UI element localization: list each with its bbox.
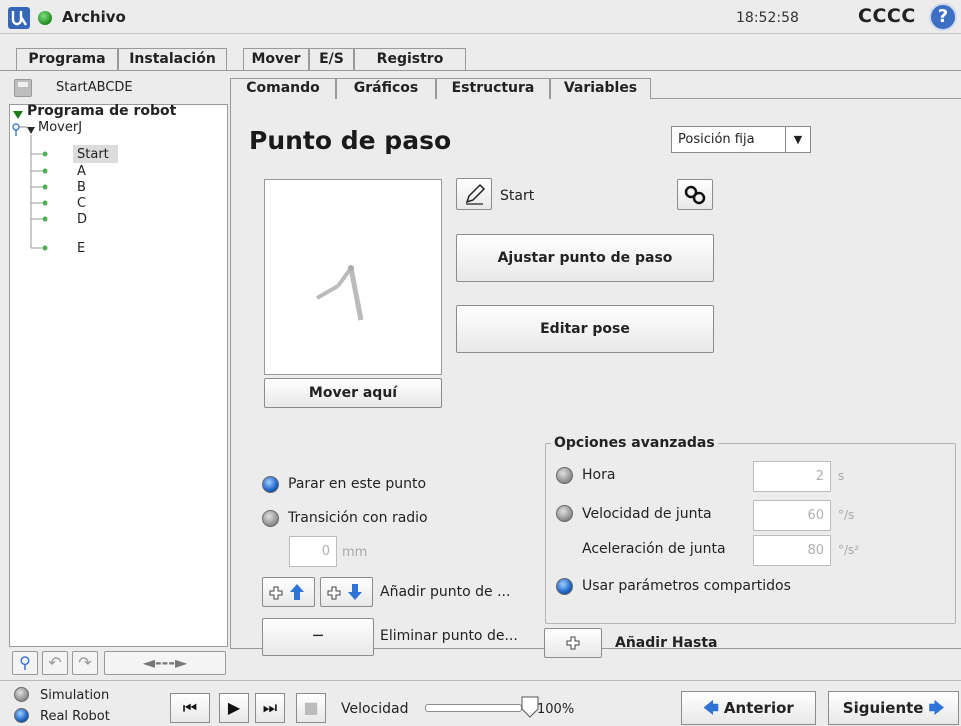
joint-accel-label: Aceleración de junta (582, 541, 726, 557)
zoom-icon[interactable]: ⚲ (12, 651, 38, 675)
bottom-bar (0, 680, 961, 726)
skip-back-icon: ⏮ (182, 698, 198, 717)
arrow-right-icon: 🡆 (928, 699, 945, 717)
stop-here-radio[interactable] (262, 476, 279, 493)
robot-status-icon (38, 11, 52, 25)
real-robot-radio[interactable] (14, 708, 29, 723)
title-bar (0, 0, 961, 34)
joint-speed-field[interactable]: 60 (753, 500, 831, 531)
rewind-button[interactable]: ⏮ (170, 693, 210, 723)
simulation-radio[interactable] (14, 687, 29, 702)
joint-speed-radio[interactable] (556, 505, 573, 522)
tab-estructura[interactable]: Estructura (436, 78, 550, 99)
time-unit: s (838, 469, 845, 483)
joint-accel-field[interactable]: 80 (753, 535, 831, 566)
add-until-button[interactable] (544, 628, 602, 658)
real-robot-label: Real Robot (40, 709, 110, 724)
tree-node-b[interactable]: B (77, 180, 86, 195)
position-type-select[interactable]: Posición fija ▼ (671, 126, 811, 153)
tab-comando[interactable]: Comando (230, 78, 336, 99)
set-waypoint-button[interactable]: Ajustar punto de paso (456, 234, 714, 282)
tab-es[interactable]: E/S (309, 48, 354, 71)
pencil-icon (465, 183, 486, 205)
step-button[interactable]: ⏭ (255, 693, 285, 723)
shared-params-label: Usar parámetros compartidos (582, 578, 791, 594)
tab-graficos[interactable]: Gráficos (336, 78, 436, 99)
previous-label: Anterior (723, 699, 794, 717)
robot-preview (264, 179, 442, 375)
minus-icon: ─ (313, 626, 323, 645)
link-icon (684, 185, 706, 205)
advanced-options-title: Opciones avanzadas (551, 435, 718, 451)
tab-instalacion[interactable]: Instalación (118, 48, 227, 71)
remove-waypoint-label: Eliminar punto de... (380, 628, 518, 644)
page-title: Punto de paso (249, 126, 452, 155)
tree-node-e[interactable]: E (77, 241, 85, 256)
speed-label: Velocidad (341, 701, 409, 717)
tree-root[interactable]: Programa de robot (27, 104, 176, 119)
add-until-label: Añadir Hasta (615, 635, 718, 651)
step-forward-icon: ⏭ (262, 698, 278, 717)
move-here-button[interactable]: Mover aquí (264, 378, 442, 408)
help-icon[interactable]: ? (929, 3, 957, 31)
next-label: Siguiente (842, 699, 924, 717)
play-button[interactable]: ▶ (219, 693, 249, 723)
tab-registro[interactable]: Registro (354, 48, 466, 71)
blend-radio[interactable] (262, 510, 279, 527)
clock: 18:52:58 (736, 10, 799, 26)
plus-icon (566, 636, 580, 650)
undo-icon[interactable]: ↶ (42, 651, 68, 675)
speed-slider[interactable] (425, 704, 522, 712)
tabs-divider (0, 70, 961, 71)
add-before-icon (269, 584, 304, 600)
stop-here-label: Parar en este punto (288, 476, 427, 492)
tab-variables[interactable]: Variables (550, 78, 651, 99)
tab-programa[interactable]: Programa (16, 48, 118, 71)
add-waypoint-label: Añadir punto de ... (380, 584, 511, 600)
stop-icon: ■ (303, 698, 319, 717)
time-radio[interactable] (556, 467, 573, 484)
blend-label: Transición con radio (288, 510, 428, 526)
joint-speed-unit: °/s (838, 508, 855, 522)
blend-unit: mm (342, 545, 368, 560)
tree-node-c[interactable]: C (77, 196, 86, 211)
shared-params-radio[interactable] (556, 578, 573, 595)
redo-icon[interactable]: ↷ (72, 651, 98, 675)
joint-accel-unit: °/s² (838, 543, 860, 557)
arrow-left-icon: 🡄 (703, 699, 719, 717)
program-name: StartABCDE (56, 80, 133, 95)
edit-pose-button[interactable]: Editar pose (456, 305, 714, 353)
tree-node-a[interactable]: A (77, 164, 86, 179)
rename-button[interactable] (456, 178, 492, 210)
chevron-down-icon: ▼ (785, 127, 810, 152)
resize-panel-button[interactable]: ◄---► (104, 651, 226, 675)
save-icon[interactable] (14, 79, 32, 97)
waypoint-name: Start (500, 188, 535, 204)
robot-name: CCCC (858, 5, 916, 27)
ur-logo-icon (8, 7, 30, 29)
tree-movej[interactable]: MoverJ (38, 120, 82, 135)
play-icon: ▶ (227, 698, 241, 717)
link-button[interactable] (677, 179, 713, 210)
add-after-icon (327, 584, 362, 600)
tree-node-start[interactable]: Start (77, 147, 109, 162)
previous-button[interactable]: 🡄 Anterior (681, 691, 816, 725)
position-type-value: Posición fija (678, 132, 755, 147)
robot-arm-icon (316, 265, 364, 321)
joint-speed-label: Velocidad de junta (582, 506, 712, 522)
add-before-button[interactable] (262, 577, 315, 607)
simulation-label: Simulation (40, 688, 110, 703)
tab-mover[interactable]: Mover (243, 48, 309, 71)
next-button[interactable]: Siguiente 🡆 (828, 691, 959, 725)
time-field[interactable]: 2 (753, 461, 831, 492)
time-label: Hora (582, 467, 616, 483)
stop-button[interactable]: ■ (296, 693, 326, 723)
file-menu[interactable]: Archivo (62, 8, 126, 26)
blend-radius-field[interactable]: 0 (289, 536, 337, 567)
remove-waypoint-button[interactable]: ─ (262, 618, 374, 656)
speed-value: 100% (537, 702, 575, 717)
tree-node-d[interactable]: D (77, 212, 87, 227)
add-after-button[interactable] (320, 577, 373, 607)
